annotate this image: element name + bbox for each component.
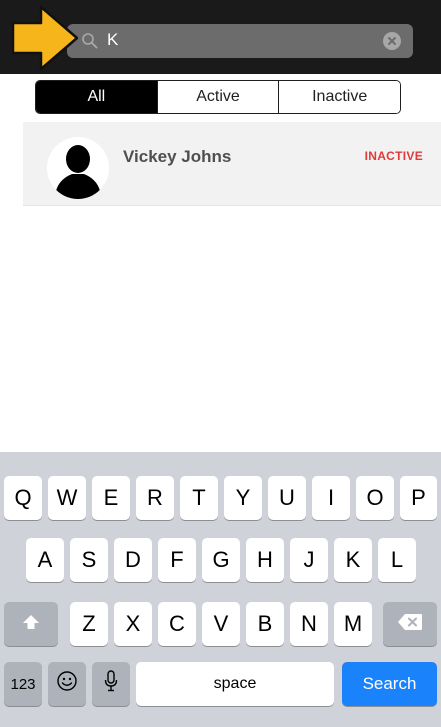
search-icon	[81, 32, 99, 50]
key-i[interactable]: I	[312, 476, 350, 520]
key-n[interactable]: N	[290, 602, 328, 646]
screen: K All Active Inactive Vickey Johns INACT…	[0, 0, 441, 727]
arrow-right-icon	[11, 3, 81, 73]
key-j[interactable]: J	[290, 538, 328, 582]
numbers-key[interactable]: 123	[4, 662, 42, 706]
space-key[interactable]: space	[136, 662, 334, 706]
key-e[interactable]: E	[92, 476, 130, 520]
key-u[interactable]: U	[268, 476, 306, 520]
key-f[interactable]: F	[158, 538, 196, 582]
search-key[interactable]: Search	[342, 662, 437, 706]
key-o[interactable]: O	[356, 476, 394, 520]
key-r[interactable]: R	[136, 476, 174, 520]
key-m[interactable]: M	[334, 602, 372, 646]
key-l[interactable]: L	[378, 538, 416, 582]
key-s[interactable]: S	[70, 538, 108, 582]
key-x[interactable]: X	[114, 602, 152, 646]
key-d[interactable]: D	[114, 538, 152, 582]
filter-segmented-control: All Active Inactive	[35, 80, 401, 114]
key-q[interactable]: Q	[4, 476, 42, 520]
segment-inactive[interactable]: Inactive	[278, 81, 400, 113]
key-k[interactable]: K	[334, 538, 372, 582]
status-badge: INACTIVE	[364, 149, 423, 163]
key-p[interactable]: P	[400, 476, 437, 520]
key-w[interactable]: W	[48, 476, 86, 520]
key-y[interactable]: Y	[224, 476, 262, 520]
key-c[interactable]: C	[158, 602, 196, 646]
key-b[interactable]: B	[246, 602, 284, 646]
key-h[interactable]: H	[246, 538, 284, 582]
key-a[interactable]: A	[26, 538, 64, 582]
mic-key[interactable]	[92, 662, 130, 706]
key-g[interactable]: G	[202, 538, 240, 582]
segment-all[interactable]: All	[36, 81, 157, 113]
list-item[interactable]: Vickey Johns INACTIVE	[23, 122, 441, 206]
key-z[interactable]: Z	[70, 602, 108, 646]
keyboard: Q W E R T Y U I O P A S D F G H J K L Z …	[0, 452, 441, 727]
search-query: K	[107, 30, 119, 49]
emoji-icon	[56, 670, 78, 698]
clear-icon[interactable]	[383, 32, 401, 50]
person-silhouette-icon	[47, 137, 109, 199]
emoji-key[interactable]	[48, 662, 86, 706]
shift-icon	[21, 611, 41, 637]
segment-active[interactable]: Active	[156, 81, 279, 113]
contact-name: Vickey Johns	[123, 147, 232, 166]
shift-key[interactable]	[4, 602, 58, 646]
delete-icon	[397, 611, 423, 637]
key-t[interactable]: T	[180, 476, 218, 520]
search-input[interactable]: K	[67, 24, 413, 58]
mic-icon	[104, 670, 118, 698]
key-v[interactable]: V	[202, 602, 240, 646]
delete-key[interactable]	[383, 602, 437, 646]
